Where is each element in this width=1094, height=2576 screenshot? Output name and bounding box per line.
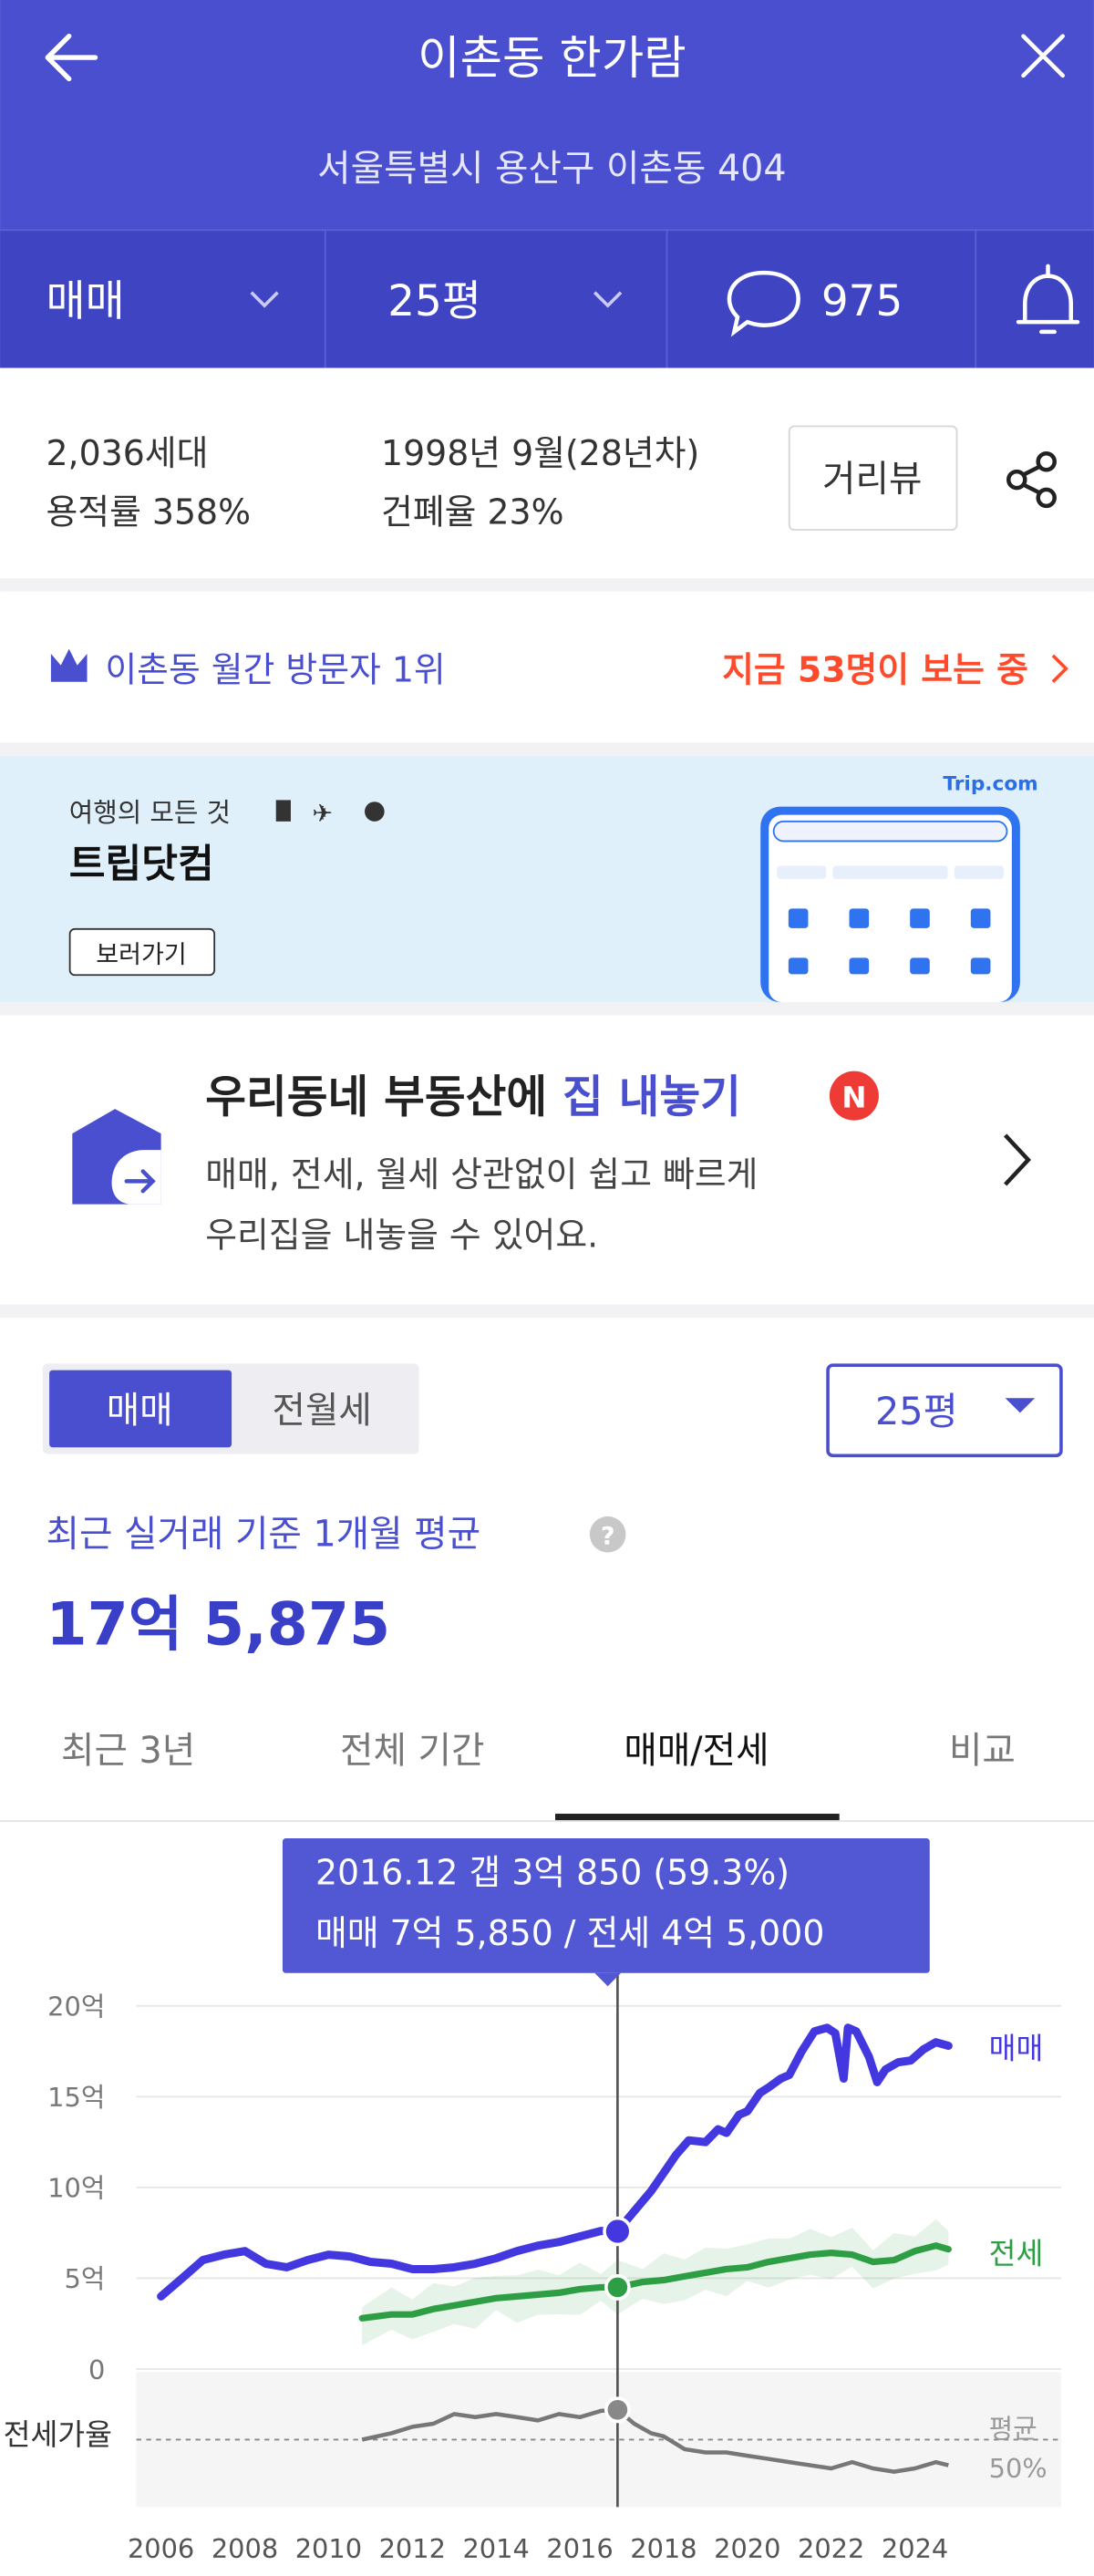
size-label: 25평 (387, 277, 481, 326)
ad-banner[interactable]: 여행의 모든 것 ✈ 트립닷컴 보러가기 Trip.com (0, 755, 1094, 1003)
series-line-jeonse (358, 2242, 952, 2322)
comment-count: 975 (821, 277, 903, 326)
built-year-text: 1998년 9월(28년차) (381, 433, 699, 473)
y-tick-label: 15억 (47, 2082, 105, 2113)
x-tick-label: 2018 (630, 2533, 697, 2564)
coverage-ratio-text: 건폐율 23% (381, 492, 564, 533)
trade-type-label: 매매 (46, 277, 124, 326)
help-icon[interactable]: ? (589, 1516, 626, 1553)
promo-line-1: 매매, 전세, 월세 상관없이 쉽고 빠르게 (205, 1154, 758, 1195)
y-axis-labels: 20억 15억 10억 5억 0 (47, 1991, 105, 2385)
svg-text:비교: 비교 (949, 1730, 1016, 1772)
ranking-row[interactable]: 이촌동 월간 방문자 1위 지금 53명이 보는 중 (0, 591, 1094, 743)
svg-text:25평: 25평 (875, 1390, 958, 1433)
chart-tabs: 최근 3년 전체 기간 매매/전세 비교 (0, 1730, 1094, 1823)
tooltip-line-1: 2016.12 갭 3억 850 (59.3%) (315, 1853, 790, 1893)
y-tick-label: 10억 (47, 2173, 105, 2204)
phone-mockup-image (760, 806, 1020, 1003)
ratio-avg-value: 50% (989, 2453, 1048, 2484)
chart-tooltip: 2016.12 갭 3억 850 (59.3%) 매매 7억 5,850 / 전… (282, 1838, 930, 1987)
ad-cta-button[interactable]: 보러가기 (68, 927, 216, 977)
svg-text:✈: ✈ (312, 800, 333, 828)
highlight-point-jeonse (604, 2273, 631, 2301)
tab-compare[interactable]: 비교 (949, 1730, 1016, 1772)
tab-sale-jeonse[interactable]: 매매/전세 (555, 1730, 840, 1821)
x-tick-label: 2020 (714, 2533, 780, 2564)
svg-text:전월세: 전월세 (272, 1390, 371, 1432)
section-divider (0, 1304, 1094, 1318)
x-axis-labels: 2006 2008 2010 2012 2014 2016 2018 2020 2022 2024 (128, 2533, 948, 2564)
svg-text:매매: 매매 (107, 1390, 173, 1432)
app-screen: 이촌동 한가람 서울특별시 용산구 이촌동 404 매매 25평 975 2,0… (0, 0, 1094, 2564)
floor-area-ratio-text: 용적률 358% (46, 492, 251, 533)
x-tick-label: 2022 (798, 2533, 864, 2564)
ratio-panel-label: 전세가율 (4, 2417, 112, 2452)
legend-sale: 매매 (989, 2031, 1044, 2065)
live-viewers-text: 지금 53명이 보는 중 (722, 650, 1028, 690)
legend-jeonse: 전세 (989, 2237, 1044, 2271)
y-tick-label: 5억 (65, 2263, 106, 2294)
promo-title: 우리동네 부동산에 집 내놓기 (205, 1072, 741, 1123)
x-tick-label: 2014 (462, 2533, 529, 2564)
promo-line-2: 우리집을 내놓을 수 있어요. (205, 1215, 598, 1255)
svg-text:매매/전세: 매매/전세 (624, 1730, 769, 1772)
x-tick-label: 2008 (212, 2533, 278, 2564)
page-title: 이촌동 한가람 (418, 31, 686, 85)
x-tick-label: 2012 (379, 2533, 446, 2564)
ratio-avg-label: 평균 (989, 2414, 1037, 2445)
section-divider (0, 1002, 1094, 1016)
price-basis-label: 최근 실거래 기준 1개월 평균 (46, 1513, 480, 1555)
households-text: 2,036세대 (46, 433, 208, 473)
ad-tagline: 여행의 모든 것 (69, 797, 231, 828)
ranking-text: 이촌동 월간 방문자 1위 (105, 650, 445, 690)
address-text: 서울특별시 용산구 이촌동 404 (317, 148, 786, 190)
svg-text:전체 기간: 전체 기간 (340, 1730, 484, 1772)
x-tick-label: 2016 (546, 2533, 613, 2564)
price-value: 17억 5,875 (46, 1590, 390, 1659)
x-tick-label: 2006 (128, 2533, 194, 2564)
x-tick-label: 2010 (295, 2533, 362, 2564)
svg-text:최근 3년: 최근 3년 (61, 1730, 195, 1772)
ad-cta-label: 보러가기 (96, 941, 186, 969)
y-tick-label: 20억 (47, 1991, 105, 2023)
highlight-point-ratio (604, 2396, 631, 2424)
tooltip-line-2: 매매 7억 5,850 / 전세 4억 5,000 (315, 1913, 824, 1953)
svg-text:N: N (841, 1080, 866, 1114)
toggle-rent[interactable]: 전월세 (272, 1390, 371, 1432)
highlight-point-sale (603, 2216, 633, 2247)
section-divider (0, 578, 1094, 592)
tab-recent-3y[interactable]: 최근 3년 (61, 1730, 195, 1772)
street-view-label: 거리뷰 (822, 459, 922, 501)
svg-text:?: ? (601, 1523, 615, 1551)
ad-logo-text: Trip.com (943, 773, 1037, 796)
price-chart[interactable]: 20억 15억 10억 5억 0 2006 2008 2010 2012 2014 2016 201… (4, 1838, 1061, 2564)
listing-promo-card[interactable]: 우리동네 부동산에 집 내놓기 N 매매, 전세, 월세 상관없이 쉽고 빠르게… (0, 1015, 1094, 1305)
street-view-button[interactable]: 거리뷰 (788, 425, 958, 531)
size-dropdown[interactable]: 25평 (826, 1363, 1063, 1458)
filter-bar (0, 230, 1094, 368)
section-divider (0, 742, 1094, 756)
x-tick-label: 2024 (882, 2533, 948, 2564)
tab-all-period[interactable]: 전체 기간 (340, 1730, 484, 1772)
toggle-sale[interactable]: 매매 (49, 1370, 232, 1448)
y-tick-label: 0 (88, 2354, 105, 2385)
tab-active-indicator (555, 1814, 840, 1821)
trade-toggle: 매매 전월세 (42, 1363, 419, 1454)
ad-brand: 트립닷컴 (69, 842, 214, 887)
chart-grid (136, 2004, 1061, 2370)
